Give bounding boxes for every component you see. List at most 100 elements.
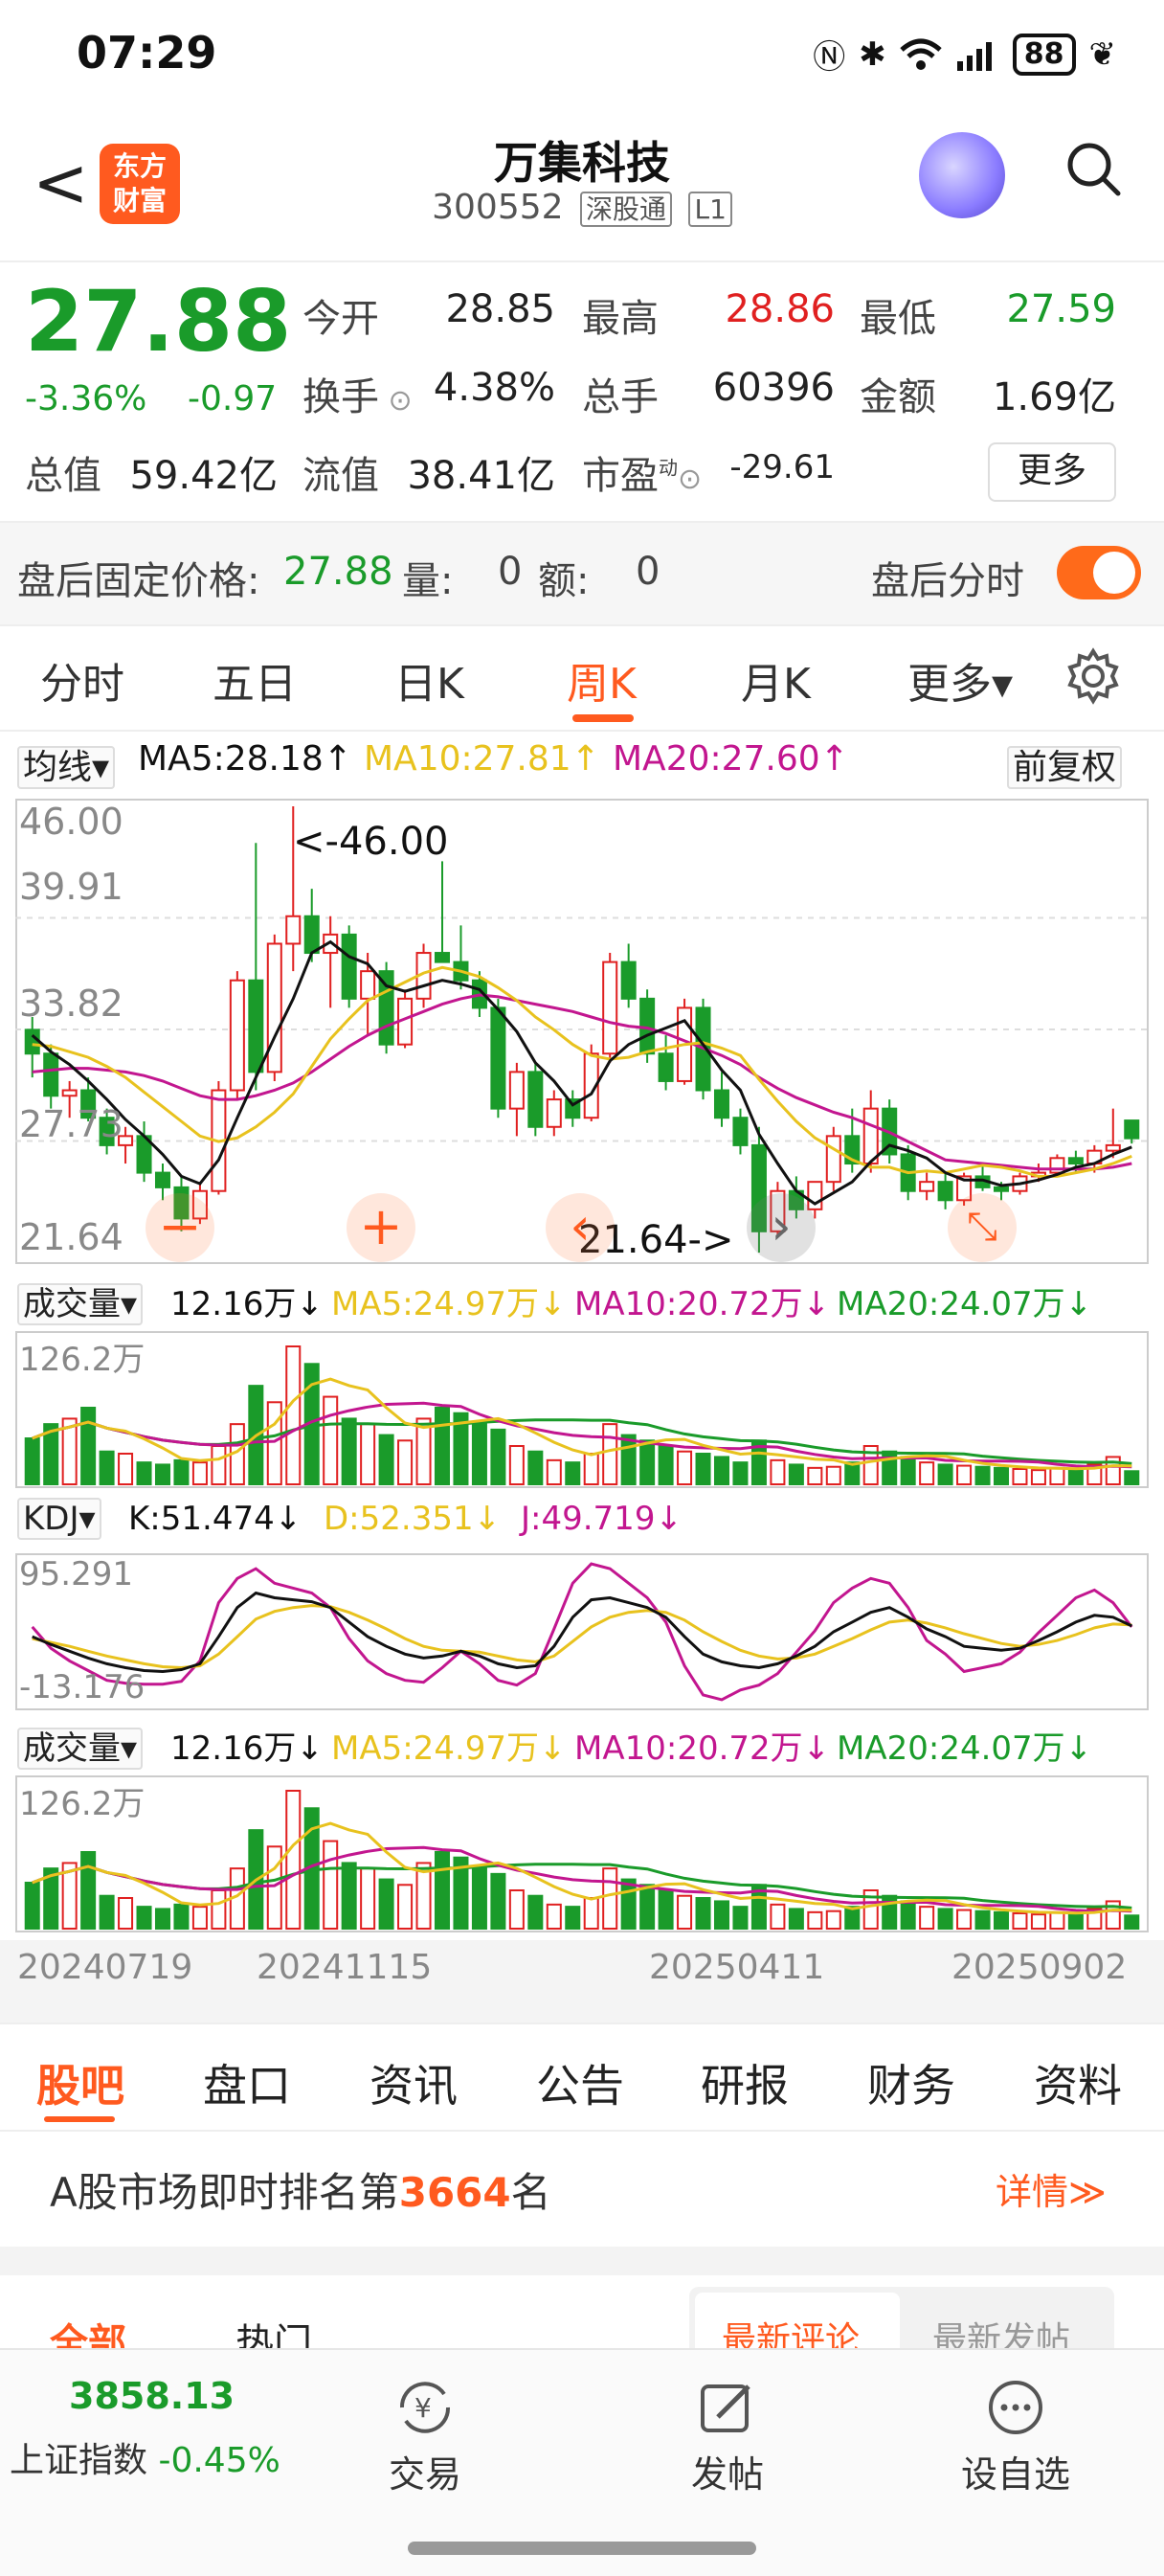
volume-bar [956,1909,973,1930]
volume-bar [80,1407,97,1485]
index-value[interactable]: 3858.13 [69,2375,235,2417]
volume-bar [99,1894,115,1930]
tab-profile[interactable]: 资料 [1034,2051,1122,2114]
nav-watchlist[interactable]: 设自选 [961,2379,1070,2497]
rank-details-link[interactable]: 详情≫ [996,2162,1107,2215]
y-tick-min: 21.64 [19,1216,123,1258]
x-tick-2: 20241115 [257,1948,433,1987]
kdj-d-legend: D:52.351↓ [324,1500,502,1538]
volume-label: 总手 [582,375,659,419]
volume-bar [1067,1468,1084,1485]
tab-forum[interactable]: 股吧 [36,2051,124,2114]
volume-bar [471,1867,487,1931]
volume2-ma10-legend: MA10:20.72万↓ [574,1729,831,1768]
volume-bar [323,1395,339,1485]
yen-cycle-icon: ¥ [399,2382,451,2433]
volume-bar [118,1897,134,1930]
volume-ma20-line [32,1418,1132,1465]
volume-bar [434,1851,451,1930]
tab-five-day[interactable]: 五日 [213,649,297,711]
after-hours-toggle-label: 盘后分时 [871,559,1024,603]
volume-bar [882,1450,898,1485]
tab-orderbook[interactable]: 盘口 [203,2051,291,2114]
ma10-legend: MA10:27.81↑ [364,739,600,779]
nav-post[interactable]: 发帖 [691,2379,764,2497]
sort-latest-post[interactable]: 最新发帖 [932,2312,1070,2348]
volume-selector[interactable]: 成交量▾ [17,1277,144,1325]
tab-announcements[interactable]: 公告 [536,2051,624,2114]
volume-bar [173,1903,190,1931]
volume2-ma5-legend: MA5:24.97万↓ [331,1729,567,1768]
open-value: 28.85 [445,287,555,331]
tab-monthly-k[interactable]: 月K [741,649,811,711]
adjust-button[interactable]: 前复权 [1007,739,1123,789]
ma10-line [32,965,1132,1178]
candle [229,979,245,1092]
search-icon[interactable] [1063,138,1124,199]
chevron-left-icon: ‹ [570,1196,591,1256]
status-time: 07:29 [77,27,217,79]
next-button[interactable]: › [747,1193,816,1262]
candle [732,1117,749,1146]
candle [1124,1119,1140,1140]
settings-gear-icon[interactable] [1064,647,1122,705]
signal-icon [956,41,992,71]
forum-tab-all[interactable]: 全部 [50,2312,126,2348]
assistant-avatar[interactable] [919,132,1005,218]
collapse-button[interactable]: ⤡ [948,1193,1017,1262]
candle [658,1052,674,1082]
zoom-in-button[interactable]: + [347,1193,415,1262]
tab-daily-k[interactable]: 日K [394,649,464,711]
index-row[interactable]: 上证指数 -0.45% [10,2432,280,2482]
volume-bar [900,1456,916,1486]
volume2-selector[interactable]: 成交量▾ [17,1722,144,1770]
volume-bar [620,1434,637,1485]
tab-more[interactable]: 更多▾ [907,649,1013,711]
candle [360,970,376,1000]
stock-code: 300552 [432,188,564,227]
candle [266,942,282,1073]
kdj-chart[interactable] [15,1553,1149,1710]
volume-bar [1049,1466,1065,1486]
sort-latest-comment[interactable]: 最新评论 [722,2312,860,2348]
kdj-d-line [32,1604,1132,1670]
rank-number: 3664 [398,2169,511,2216]
amount-value: 1.69亿 [992,375,1116,419]
more-dots-icon [989,2381,1042,2434]
volume-bar [732,1906,749,1930]
home-indicator[interactable] [408,2542,756,2555]
zoom-out-button[interactable]: − [146,1193,214,1262]
volume-bar [490,1872,506,1930]
ma-selector[interactable]: 均线▾ [17,739,116,789]
volume-ma20-line [32,1863,1132,1909]
kdj-selector[interactable]: KDJ▾ [17,1498,101,1540]
volume-chart[interactable] [15,1331,1149,1488]
forum-tab-hot[interactable]: 热门 [235,2312,312,2348]
kdj-j-line [31,1562,1133,1702]
tab-financials[interactable]: 财务 [867,2051,955,2114]
more-button[interactable]: 更多 [988,442,1116,502]
volume-bar [341,1862,357,1930]
volume-bar [24,1437,40,1485]
volume-bar [527,1894,544,1930]
volume-bar [956,1464,973,1485]
volume-bar [434,1407,451,1485]
volume-bar [191,1906,208,1930]
candle [1067,1157,1084,1165]
nav-trade[interactable]: ¥ 交易 [389,2379,461,2497]
tab-weekly-k[interactable]: 周K [567,649,637,711]
volume-ma5-legend: MA5:24.97万↓ [331,1285,567,1323]
candle [862,1107,879,1165]
volume-chart-2[interactable] [15,1775,1149,1932]
tab-research[interactable]: 研报 [701,2051,789,2114]
prev-button[interactable]: ‹ [546,1193,615,1262]
candle [1105,1143,1121,1152]
tab-news[interactable]: 资讯 [369,2051,458,2114]
tab-intraday[interactable]: 分时 [40,649,124,711]
section-gap [0,2247,1164,2275]
volume-bar [807,1910,823,1931]
candle [248,979,264,1073]
after-hours-toggle[interactable] [1057,546,1141,599]
volume-bar [602,1423,618,1486]
index-name: 上证指数 [10,2441,148,2480]
